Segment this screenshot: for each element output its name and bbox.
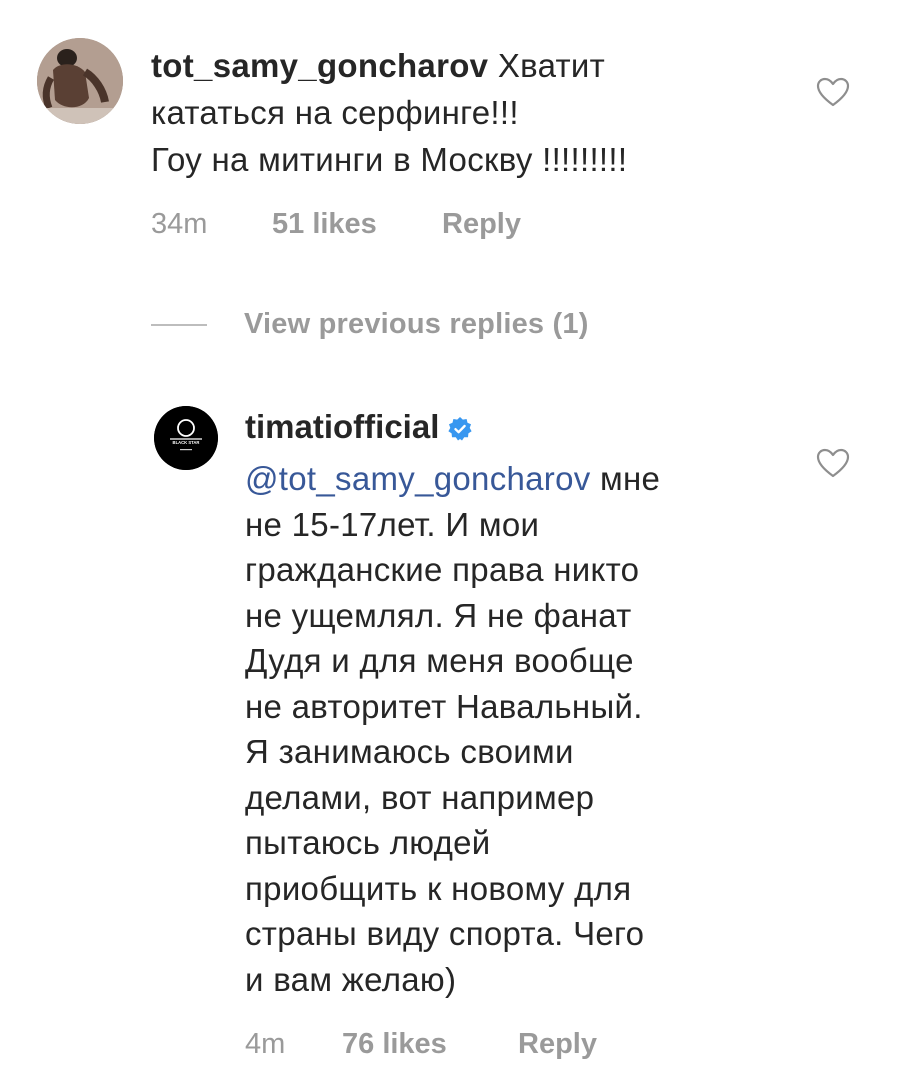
comments-view: tot_samy_goncharov Хватит кататься на се… xyxy=(0,0,904,1076)
comment-2-line: @tot_samy_goncharov мне xyxy=(245,456,765,502)
avatar-logo-text: BLACK STAR xyxy=(173,440,200,445)
comment-2-line: приобщить к новому для xyxy=(245,869,632,907)
comment-1-text: tot_samy_goncharov Хватит кататься на се… xyxy=(151,42,791,183)
heart-outline-icon[interactable] xyxy=(816,77,850,107)
comment-1-username[interactable]: tot_samy_goncharov xyxy=(151,47,488,84)
comment-1-reply-button[interactable]: Reply xyxy=(442,208,521,241)
comment-1-meta: 34m 51 likes Reply xyxy=(151,208,521,241)
comment-1-line1: Хватит xyxy=(497,47,606,84)
comment-2-line: не авторитет Навальный. xyxy=(245,687,643,725)
comment-2-username[interactable]: timatiofficial xyxy=(245,408,439,446)
verified-badge-icon xyxy=(447,416,473,442)
comment-2-likes[interactable]: 76 likes xyxy=(342,1028,518,1061)
comment-2-line: Дудя и для меня вообще xyxy=(245,642,634,679)
comment-2-line: страны виду спорта. Чего xyxy=(245,915,645,952)
divider-line xyxy=(151,323,207,326)
comment-2-line: не ущемлял. Я не фанат xyxy=(245,596,632,634)
view-previous-replies-button[interactable]: View previous replies (1) xyxy=(151,308,589,341)
heart-outline-icon[interactable] xyxy=(816,448,850,478)
comment-2-text: @tot_samy_goncharov мне не 15-17лет. И м… xyxy=(245,456,765,1002)
avatar-photo xyxy=(37,38,123,124)
comment-1: tot_samy_goncharov Хватит кататься на се… xyxy=(151,42,791,183)
comment-2-meta: 4m 76 likes Reply xyxy=(245,1028,597,1061)
user-avatar[interactable] xyxy=(37,38,123,124)
comment-2-line: делами, вот например xyxy=(245,778,595,816)
comment-2-reply-button[interactable]: Reply xyxy=(518,1028,597,1061)
comment-2-line: гражданские права никто xyxy=(245,551,640,588)
comment-2-text-fragment: мне xyxy=(600,460,661,497)
comment-2-line: Я занимаюсь своими xyxy=(245,733,574,770)
comment-1-line3: Гоу на митинги в Москву !!!!!!!!! xyxy=(151,141,628,178)
comment-2-time: 4m xyxy=(245,1028,286,1060)
mention-link[interactable]: @tot_samy_goncharov xyxy=(245,460,591,497)
comment-1-time: 34m xyxy=(151,208,208,240)
comment-2-line: и вам желаю) xyxy=(245,960,457,998)
comment-2-line: пытаюсь людей xyxy=(245,824,491,861)
view-previous-replies-label: View previous replies (1) xyxy=(244,308,589,340)
comment-1-line2: кататься на серфинге!!! xyxy=(151,94,519,131)
comment-2-line: не 15-17лет. И мои xyxy=(245,505,540,543)
comment-2-header: timatiofficial xyxy=(245,408,473,446)
comment-1-likes[interactable]: 51 likes xyxy=(272,208,442,241)
timatiofficial-avatar[interactable]: BLACK STAR xyxy=(154,406,218,470)
